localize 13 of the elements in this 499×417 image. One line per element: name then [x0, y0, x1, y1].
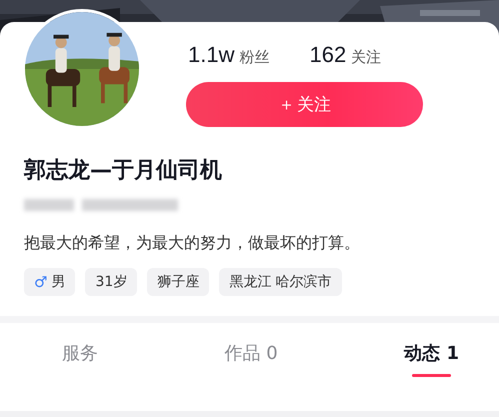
- profile-tag: 黑龙江 哈尔滨市: [219, 268, 342, 296]
- male-icon: ♂: [34, 268, 48, 296]
- profile-tag: 31岁: [85, 268, 138, 296]
- stat-label[interactable]: 关注: [351, 48, 382, 67]
- profile-tag: 狮子座: [147, 268, 210, 296]
- follow-button[interactable]: ＋关注: [186, 82, 423, 127]
- profile-name: 郭志龙—于月仙司机: [24, 157, 223, 185]
- profile-tab[interactable]: 动态 1: [404, 341, 459, 377]
- stat-label[interactable]: 粉丝: [239, 48, 270, 67]
- profile-bio: 抱最大的希望，为最大的努力，做最坏的打算。: [24, 233, 361, 254]
- stat-value: 1.1w: [188, 42, 234, 68]
- profile-tag: ♂ 男: [24, 268, 76, 296]
- stat-value: 162: [309, 42, 346, 68]
